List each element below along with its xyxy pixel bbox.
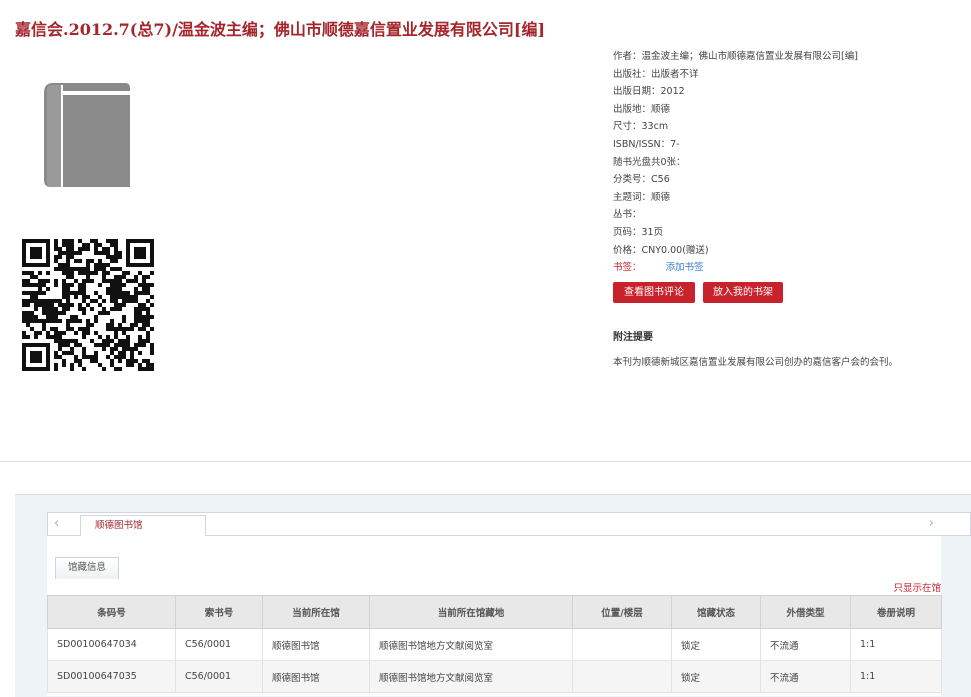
tab-holdings-info[interactable]: 馆藏信息 (55, 557, 120, 579)
table-header-row: 条码号 索书号 当前所在馆 当前所在馆藏地 位置/楼层 馆藏状态 外借类型 卷册说明 (47, 595, 942, 629)
detail-label: 出版社： (613, 68, 652, 80)
table-cell: SD00100647035 (47, 660, 176, 693)
detail-value: 出版者不详 (651, 68, 699, 80)
tab-shunde-library[interactable]: 顺德图书馆 (80, 515, 206, 536)
table-cell: 锁定 (671, 628, 761, 661)
detail-value: CNY0.00(赠送) (641, 244, 709, 256)
detail-value: 2012 (660, 86, 685, 98)
detail-label: ISBN/ISSN： (613, 138, 671, 150)
column-header: 馆藏状态 (671, 595, 761, 629)
view-reviews-button[interactable]: 查看图书评论 (613, 282, 695, 303)
chevron-right-icon[interactable]: › (929, 516, 934, 531)
detail-row: ISBN/ISSN：7- (613, 136, 963, 154)
detail-label: 丛书： (613, 209, 642, 221)
bookmark-label: 书签： (613, 262, 642, 274)
table-cell (572, 628, 672, 661)
detail-label: 随书光盘共0张： (613, 156, 686, 168)
detail-value: 温金波主编；佛山市顺德嘉信置业发展有限公司[编] (641, 51, 858, 62)
book-title: 嘉信会.2012.7(总7)/温金波主编；佛山市顺德嘉信置业发展有限公司[编] (15, 20, 546, 39)
detail-row: 出版日期：2012 (613, 83, 963, 101)
detail-value: 31页 (641, 226, 664, 238)
detail-value: 顺德 (651, 191, 671, 203)
detail-label: 主题词： (613, 191, 652, 203)
detail-label: 分类号： (613, 174, 652, 186)
table-cell: 不流通 (760, 628, 851, 661)
add-to-shelf-button[interactable]: 放入我的书架 (703, 282, 783, 303)
table-cell: 顺德图书馆地方文献阅览室 (369, 628, 573, 661)
book-icon (44, 83, 130, 187)
detail-label: 出版地： (613, 103, 652, 115)
column-header: 位置/楼层 (572, 595, 672, 629)
detail-row: 出版地：顺德 (613, 101, 963, 119)
column-header: 条码号 (47, 595, 176, 629)
table-cell: 锁定 (671, 660, 761, 693)
table-row: SD00100647035 C56/0001 顺德图书馆 顺德图书馆地方文献阅览室 锁定… (47, 660, 942, 693)
column-header: 当前所在馆藏地 (369, 595, 573, 629)
table-cell (572, 660, 672, 693)
table-row: SD00100647034 C56/0001 顺德图书馆 顺德图书馆地方文献阅览室 锁定… (47, 628, 942, 661)
column-header: 当前所在馆 (262, 595, 370, 629)
add-bookmark-link[interactable]: 添加书签 (666, 262, 704, 273)
abstract-heading: 附注提要 (613, 332, 653, 343)
qr-code-icon (22, 239, 154, 371)
table-cell: 1:1 (850, 660, 942, 693)
library-tab-bar: ‹ 顺德图书馆 › (47, 512, 971, 536)
table-cell: C56/0001 (175, 660, 263, 693)
detail-row: 尺寸：33cm (613, 118, 963, 136)
detail-label: 页码： (613, 226, 642, 238)
table-cell: 顺德图书馆地方文献阅览室 (369, 660, 573, 693)
detail-value: C56 (651, 174, 670, 186)
column-header: 外借类型 (760, 595, 851, 629)
detail-row: 主题词：顺德 (613, 189, 963, 207)
detail-row: 作者：温金波主编；佛山市顺德嘉信置业发展有限公司[编] (613, 48, 963, 66)
detail-row: 分类号：C56 (613, 171, 963, 189)
detail-row: 页码：31页 (613, 224, 963, 242)
table-cell: 顺德图书馆 (262, 660, 370, 693)
table-cell: 1:1 (850, 628, 942, 661)
show-available-only-link[interactable]: 只显示在馆 (893, 580, 941, 594)
table-cell: 不流通 (760, 660, 851, 693)
table-cell: 顺德图书馆 (262, 628, 370, 661)
detail-value: 顺德 (651, 103, 671, 115)
detail-label: 尺寸： (613, 121, 642, 133)
holdings-table: 条码号 索书号 当前所在馆 当前所在馆藏地 位置/楼层 馆藏状态 外借类型 卷册说明 SD00… (47, 595, 942, 693)
column-header: 索书号 (175, 595, 263, 629)
detail-row: 出版社：出版者不详 (613, 66, 963, 84)
column-header: 卷册说明 (850, 595, 942, 629)
bookmark-row: 书签： 添加书签 (613, 259, 963, 277)
detail-row: 价格：CNY0.00(赠送) (613, 242, 963, 260)
table-cell: C56/0001 (175, 628, 263, 661)
detail-label: 价格： (613, 244, 642, 256)
abstract-text: 本刊为顺德新城区嘉信置业发展有限公司创办的嘉信客户会的会刊。 (613, 357, 899, 368)
chevron-left-icon[interactable]: ‹ (54, 516, 59, 531)
book-details: 作者：温金波主编；佛山市顺德嘉信置业发展有限公司[编] 出版社：出版者不详 出版日期… (613, 48, 963, 277)
detail-row: 随书光盘共0张： (613, 154, 963, 172)
detail-label: 出版日期： (613, 86, 661, 98)
holdings-content: 馆藏信息 只显示在馆 条码号 索书号 当前所在馆 当前所在馆藏地 位置/楼层 馆藏状态 外借… (47, 536, 942, 696)
detail-row: 丛书： (613, 206, 963, 224)
detail-value: 33cm (641, 121, 669, 133)
divider (0, 461, 971, 462)
table-cell: SD00100647034 (47, 628, 176, 661)
detail-label: 作者： (613, 51, 642, 62)
detail-value: 7- (670, 138, 680, 150)
